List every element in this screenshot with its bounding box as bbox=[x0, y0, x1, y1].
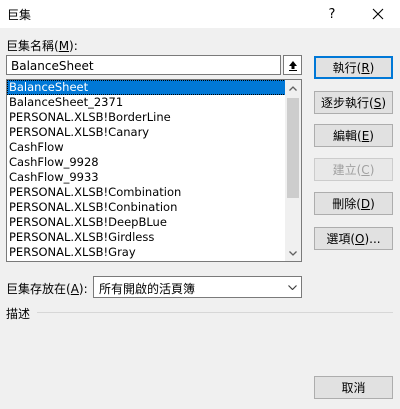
macro-list-item[interactable]: PERSONAL.XLSB!Gray bbox=[7, 245, 286, 260]
create-button[interactable]: 建立(C) bbox=[314, 158, 393, 181]
chevron-down-icon bbox=[287, 284, 297, 290]
macro-list-item[interactable]: CashFlow_9933 bbox=[7, 170, 286, 185]
macro-list-item[interactable]: PERSONAL.XLSB!BorderLine bbox=[7, 110, 286, 125]
macro-name-label: 巨集名稱(M): bbox=[6, 37, 78, 54]
macros-in-label-accesskey: A bbox=[70, 282, 79, 296]
scroll-thumb[interactable] bbox=[287, 98, 299, 198]
macro-list-item[interactable]: PERSONAL.XLSB!Girdless bbox=[7, 230, 286, 245]
run-button-label: 執行( bbox=[332, 61, 362, 75]
help-button[interactable]: ? bbox=[312, 0, 352, 28]
edit-button[interactable]: 編輯(E) bbox=[314, 124, 393, 147]
macro-list-item[interactable]: BalanceSheet bbox=[7, 80, 286, 95]
create-button-label: 建立( bbox=[332, 163, 362, 177]
chevron-up-icon bbox=[289, 85, 297, 91]
macros-in-dropdown-button[interactable] bbox=[283, 277, 301, 297]
run-button-accesskey: R bbox=[361, 60, 370, 75]
macros-in-label: 巨集存放在(A): bbox=[6, 280, 88, 297]
create-button-suffix: ) bbox=[369, 162, 375, 177]
vertical-scrollbar[interactable] bbox=[285, 80, 301, 261]
options-button-accesskey: O bbox=[355, 231, 365, 246]
edit-button-suffix: ) bbox=[369, 128, 374, 143]
help-icon: ? bbox=[328, 6, 336, 22]
macro-list-item[interactable]: PERSONAL.XLSB!Canary bbox=[7, 125, 286, 140]
step-into-button[interactable]: 逐步執行(S) bbox=[314, 91, 393, 114]
edit-button-label: 編輯( bbox=[333, 129, 362, 143]
macro-list-item[interactable]: BalanceSheet_2371 bbox=[7, 95, 286, 110]
macros-in-value: 所有開啟的活頁簿 bbox=[99, 282, 196, 296]
description-divider bbox=[37, 312, 393, 313]
step-into-button-accesskey: S bbox=[373, 95, 382, 110]
step-into-button-label: 逐步執行( bbox=[321, 96, 374, 110]
macros-in-select[interactable]: 所有開啟的活頁簿 bbox=[93, 276, 302, 298]
options-button[interactable]: 選項(O)... bbox=[314, 227, 393, 250]
scroll-down-button[interactable] bbox=[285, 245, 301, 261]
macro-list-item[interactable]: CashFlow_9928 bbox=[7, 155, 286, 170]
macro-list-items: BalanceSheet BalanceSheet_2371 PERSONAL.XL… bbox=[7, 80, 286, 260]
macro-list-item[interactable]: PERSONAL.XLSB!Conbination bbox=[7, 200, 286, 215]
options-button-label: 選項( bbox=[326, 232, 356, 246]
close-button[interactable] bbox=[356, 0, 400, 28]
macro-listbox[interactable]: BalanceSheet BalanceSheet_2371 PERSONAL.XL… bbox=[6, 79, 302, 262]
macro-name-input[interactable]: BalanceSheet bbox=[6, 55, 281, 75]
macro-list-item[interactable]: CashFlow bbox=[7, 140, 286, 155]
delete-button-accesskey: D bbox=[360, 196, 371, 211]
window-title: 巨集 bbox=[7, 8, 32, 22]
run-button-suffix: ) bbox=[369, 60, 375, 75]
title-bar: 巨集 ? bbox=[0, 0, 400, 28]
macro-name-label-suffix: ): bbox=[69, 39, 78, 53]
macro-list-item[interactable]: PERSONAL.XLSB!DeepBLue bbox=[7, 215, 286, 230]
step-into-button-suffix: ) bbox=[381, 95, 386, 110]
delete-button[interactable]: 刪除(D) bbox=[314, 192, 393, 215]
run-button[interactable]: 執行(R) bbox=[314, 56, 393, 79]
macro-list-item[interactable]: PERSONAL.XLSB!Combination bbox=[7, 185, 286, 200]
macro-dialog: 巨集 ? 巨集名稱(M): BalanceSheet BalanceSheet B… bbox=[0, 0, 400, 409]
edit-button-accesskey: E bbox=[361, 128, 370, 143]
delete-button-suffix: ) bbox=[370, 196, 375, 211]
arrow-up-collapse-icon bbox=[288, 60, 297, 71]
macro-name-label-accesskey: M bbox=[58, 39, 70, 53]
close-icon bbox=[372, 8, 384, 20]
delete-button-label: 刪除( bbox=[332, 197, 361, 211]
description-label: 描述 bbox=[6, 307, 31, 321]
macros-in-label-suffix: ): bbox=[78, 282, 88, 296]
macros-in-label-text: 巨集存放在( bbox=[6, 282, 71, 296]
options-button-suffix: )... bbox=[364, 231, 381, 246]
collapse-dialog-button[interactable] bbox=[283, 55, 302, 75]
chevron-down-icon bbox=[289, 250, 297, 256]
macro-name-label-text: 巨集名稱( bbox=[6, 39, 59, 53]
scroll-up-button[interactable] bbox=[285, 80, 301, 96]
cancel-button[interactable]: 取消 bbox=[314, 376, 393, 399]
create-button-accesskey: C bbox=[361, 162, 370, 177]
